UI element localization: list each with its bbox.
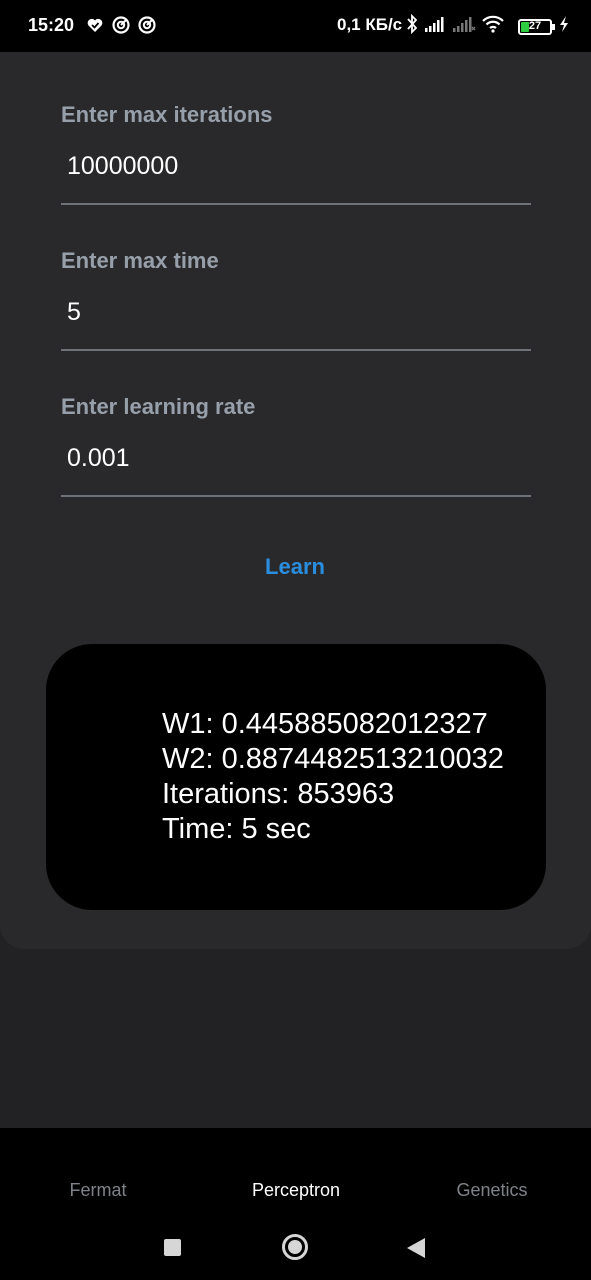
- heart-shield-icon: [86, 16, 104, 34]
- max-time-label: Enter max time: [61, 248, 219, 273]
- result-text: W1: 0.445885082012327 W2: 0.887448251321…: [162, 707, 504, 847]
- signal-icon: [424, 15, 446, 38]
- tab-fermat[interactable]: Fermat: [18, 1180, 178, 1201]
- result-card: W1: 0.445885082012327 W2: 0.887448251321…: [46, 644, 546, 910]
- status-time: 15:20: [28, 15, 75, 35]
- recents-square-icon[interactable]: [164, 1239, 181, 1256]
- status-left-icons: [86, 16, 156, 34]
- tab-genetics[interactable]: Genetics: [412, 1180, 572, 1201]
- home-circle-icon[interactable]: [282, 1234, 308, 1260]
- battery-level: 27: [528, 19, 542, 32]
- tab-perceptron[interactable]: Perceptron: [216, 1180, 376, 1201]
- back-triangle-icon[interactable]: [407, 1238, 425, 1258]
- wifi-icon: [482, 15, 504, 38]
- max-time-input[interactable]: [61, 296, 531, 328]
- max-iterations-input[interactable]: [61, 150, 531, 182]
- bluetooth-icon: [406, 13, 418, 39]
- learn-button[interactable]: Learn: [215, 549, 375, 585]
- network-speed: 0,1 КБ/с: [337, 15, 403, 34]
- learning-rate-label: Enter learning rate: [61, 394, 256, 419]
- w1-value: W1: 0.445885082012327: [162, 708, 488, 740]
- notification-circle-icon: [112, 16, 130, 34]
- perceptron-screen: Enter max iterations Enter max time Ente…: [0, 52, 591, 949]
- learning-rate-underline: [61, 495, 531, 497]
- max-iterations-label: Enter max iterations: [61, 102, 273, 127]
- status-bar: 15:20 0,1 КБ/с 27: [0, 0, 591, 52]
- learning-rate-field: Enter learning rate: [61, 394, 531, 497]
- iterations-value: Iterations: 853963: [162, 778, 395, 810]
- status-right-icons: 27: [406, 13, 570, 39]
- system-navigation-bar: [0, 1232, 591, 1262]
- bottom-navigation: Fermat Perceptron Genetics: [0, 1128, 591, 1280]
- notification-circle-icon: [138, 16, 156, 34]
- lightning-icon: [558, 15, 570, 38]
- max-iterations-field: Enter max iterations: [61, 102, 531, 205]
- w2-value: W2: 0.8874482513210032: [162, 743, 504, 775]
- learning-rate-input[interactable]: [61, 442, 531, 474]
- time-value: Time: 5 sec: [162, 813, 311, 845]
- max-time-field: Enter max time: [61, 248, 531, 351]
- battery-icon: 27: [518, 18, 555, 35]
- signal-empty-icon: [452, 15, 476, 38]
- max-iterations-underline: [61, 203, 531, 205]
- max-time-underline: [61, 349, 531, 351]
